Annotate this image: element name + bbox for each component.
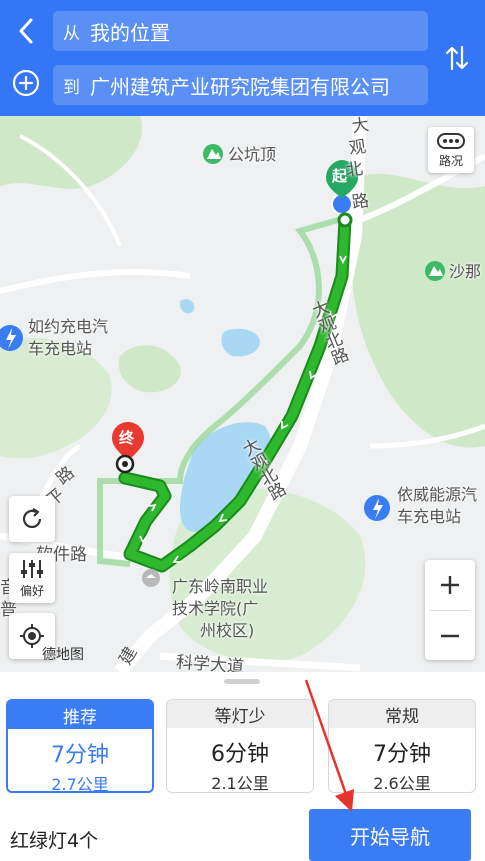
route-distance: 2.1公里 — [211, 774, 269, 793]
preference-button[interactable]: 偏好 — [9, 553, 55, 603]
map-provider-logo: 德地图 — [42, 647, 84, 663]
route-time: 7分钟 — [373, 742, 431, 767]
swap-vertical-icon — [445, 45, 469, 71]
origin-value: 我的位置 — [90, 20, 170, 45]
traffic-button[interactable]: 路况 — [428, 127, 474, 173]
zoom-control — [425, 560, 475, 660]
poi-label-gongkengding: 公坑顶 — [228, 145, 277, 164]
swap-button[interactable] — [440, 38, 474, 78]
map-road — [0, 268, 191, 294]
route-distance: 2.7公里 — [51, 775, 109, 793]
poi-line: 广东岭南职业 — [172, 577, 269, 596]
minus-icon — [441, 634, 459, 638]
destination-field[interactable]: 到 广州建筑产业研究院集团有限公司 — [53, 65, 428, 105]
poi-label-college: 广东岭南职业 技术学院(广 州校区) — [172, 576, 268, 642]
road-label-daguan: 北 — [344, 158, 365, 182]
route-option-1[interactable]: 推荐 7分钟 2.7公里 — [6, 699, 154, 793]
route-panel: 推荐 7分钟 2.7公里 等灯少 6分钟 2.1公里 常规 7分钟 2.6公里 … — [0, 672, 485, 861]
poi-label-charging-1: 如约充电汽 车充电站 — [28, 316, 108, 360]
start-navigation-button[interactable]: 开始导航 — [309, 809, 471, 861]
map-water — [180, 299, 195, 314]
poi-line: 依威能源汽 — [397, 485, 478, 504]
route-header: 从 我的位置 到 广州建筑产业研究院集团有限公司 — [0, 0, 485, 116]
traffic-lights-count: 红绿灯4个 — [10, 830, 99, 852]
zoom-in-button[interactable] — [425, 560, 475, 610]
refresh-icon — [22, 508, 42, 528]
map-green-area — [0, 116, 142, 189]
refresh-button[interactable] — [9, 496, 55, 542]
origin-field[interactable]: 从 我的位置 — [53, 11, 428, 51]
campus-icon — [142, 569, 160, 587]
chevron-left-icon — [19, 18, 33, 44]
sliders-icon — [21, 559, 43, 578]
route-tag: 推荐 — [8, 701, 152, 729]
route-tag: 等灯少 — [167, 700, 313, 728]
poi-mountain-icon — [425, 261, 445, 281]
poi-line: 车充电站 — [397, 507, 462, 526]
plus-icon — [441, 576, 459, 594]
traffic-label: 路况 — [438, 153, 463, 168]
road-label-daguan: 大 — [350, 116, 371, 138]
destination-prefix: 到 — [63, 77, 80, 98]
end-marker-label: 终 — [119, 429, 135, 447]
plus-circle-icon — [12, 69, 40, 97]
route-time: 7分钟 — [51, 743, 109, 768]
add-waypoint-button[interactable] — [10, 66, 42, 100]
charging-station-icon — [364, 495, 390, 521]
poi-label-shana: 沙那 — [449, 262, 482, 281]
traffic-icon — [437, 132, 465, 149]
road-label-daguan: 观 — [347, 136, 368, 160]
drag-handle[interactable] — [224, 679, 260, 684]
poi-label-charging-2: 依威能源汽 车充电站 — [397, 484, 477, 528]
route-time: 6分钟 — [211, 742, 269, 767]
map-water — [221, 328, 260, 357]
zoom-out-button[interactable] — [425, 611, 475, 661]
poi-mountain-icon — [203, 144, 223, 164]
route-option-2[interactable]: 等灯少 6分钟 2.1公里 — [166, 699, 314, 793]
poi-line: 车充电站 — [28, 339, 93, 358]
poi-line: 州校区) — [200, 621, 255, 640]
map-green-area — [118, 345, 181, 393]
origin-prefix: 从 — [63, 23, 80, 44]
poi-line: 技术学院(广 — [172, 599, 259, 618]
back-button[interactable] — [10, 12, 42, 50]
map-view[interactable]: 起 终 公坑顶 沙那 如约充电汽 车充电站 依威能源汽 车充电站 广东岭南职业 … — [0, 116, 485, 672]
route-distance: 2.6公里 — [373, 774, 431, 793]
route-tag: 常规 — [329, 700, 475, 728]
road-label-daguan: 路 — [350, 190, 371, 214]
route-option-3[interactable]: 常规 7分钟 2.6公里 — [328, 699, 476, 793]
preference-label: 偏好 — [19, 583, 44, 598]
destination-value: 广州建筑产业研究院集团有限公司 — [90, 74, 390, 99]
poi-line: 如约充电汽 — [28, 317, 109, 336]
